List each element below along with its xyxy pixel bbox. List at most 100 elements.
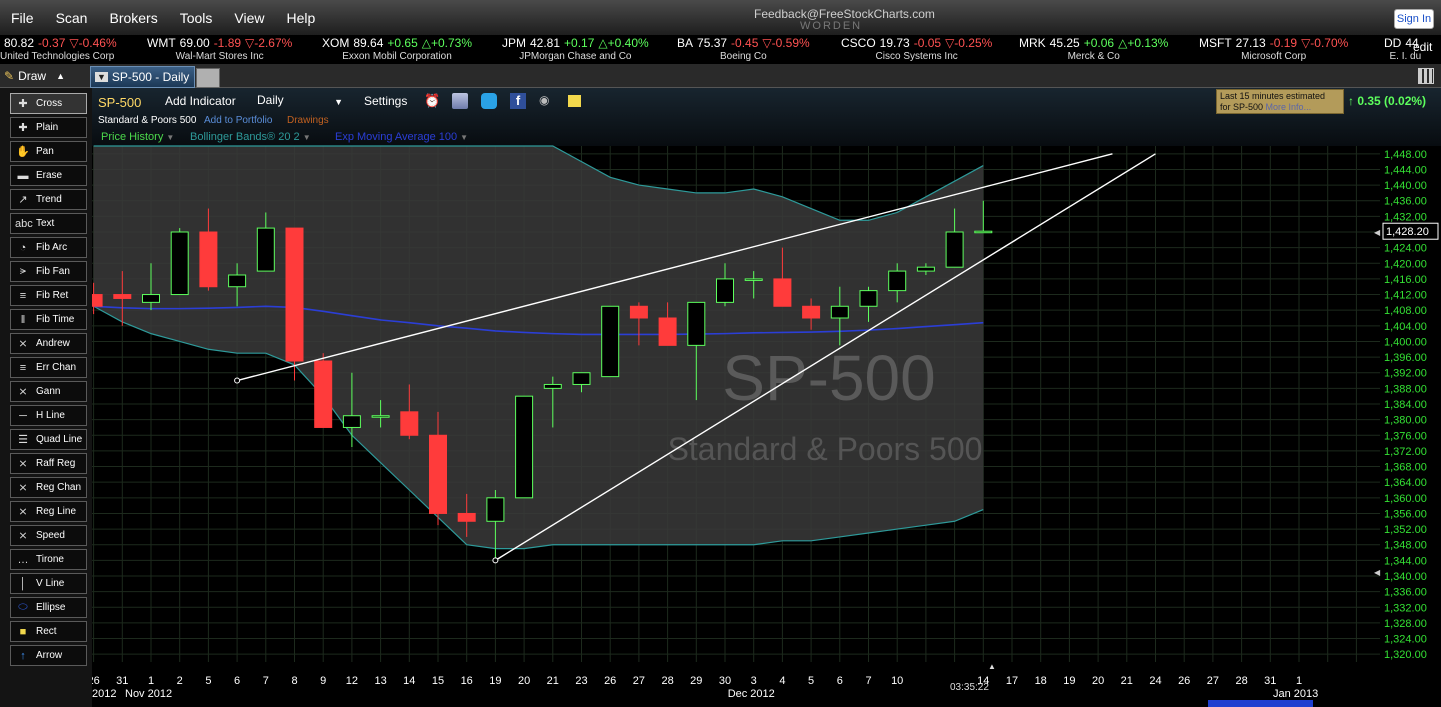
sign-in-button[interactable]: Sign In xyxy=(1394,9,1434,29)
tool-fib-fan[interactable]: ⪫ Fib Fan xyxy=(10,261,87,282)
ticker-item[interactable]: MSFT 27.13 -0.19 ▽-0.70% Microsoft Corp xyxy=(1199,36,1348,62)
ticker-item[interactable]: CSCO 19.73 -0.05 ▽-0.25% Cisco Systems Inc xyxy=(841,36,992,62)
scrollbar-thumb[interactable] xyxy=(1208,700,1313,707)
tool-reg-chan[interactable]: ⨯ Reg Chan xyxy=(10,477,87,498)
candle-body[interactable] xyxy=(113,294,132,299)
candle-body[interactable] xyxy=(859,290,878,307)
tool-raff-reg[interactable]: ⨯ Raff Reg xyxy=(10,453,87,474)
triangle-down-icon: ▽ xyxy=(1301,36,1311,50)
candle-body[interactable] xyxy=(199,231,218,288)
tool-andrew[interactable]: ⨯ Andrew xyxy=(10,333,87,354)
ticker-item[interactable]: XOM 89.64 +0.65 △+0.73% Exxon Mobil Corporat… xyxy=(322,36,472,62)
ticker-item[interactable]: WMT 69.00 -1.89 ▽-2.67% Wal-Mart Stores Inc xyxy=(147,36,292,62)
last-price-label: 1,428.20 xyxy=(1386,226,1429,238)
candle-body[interactable] xyxy=(92,294,103,307)
candle-body[interactable] xyxy=(170,231,189,296)
candle-body[interactable] xyxy=(457,512,476,522)
trend-anchor[interactable] xyxy=(234,377,241,384)
tool-trend[interactable]: ↗ Trend xyxy=(10,189,87,210)
candle-body[interactable] xyxy=(629,305,648,319)
candle-body[interactable] xyxy=(744,278,763,281)
y-tick-label: 1,340.00 xyxy=(1384,571,1427,583)
menu-scan[interactable]: Scan xyxy=(45,10,99,26)
tool-arrow[interactable]: ↑ Arrow xyxy=(10,645,87,666)
tool-gann[interactable]: ⨯ Gann xyxy=(10,381,87,402)
menu-file[interactable]: File xyxy=(0,10,45,26)
tool-label: H Line xyxy=(36,410,65,421)
grid-layout-icon[interactable] xyxy=(1418,68,1434,84)
candle-body[interactable] xyxy=(974,230,993,234)
candle-body[interactable] xyxy=(945,231,964,268)
tool-text[interactable]: abc Text xyxy=(10,213,87,234)
candle-body[interactable] xyxy=(830,305,849,319)
triangle-down-icon: ▽ xyxy=(945,36,955,50)
price-chart[interactable]: SP-500 Standard & Poors 500 1,320.00 1,324.… xyxy=(92,88,1441,707)
candle-body[interactable] xyxy=(802,305,821,319)
tool-err-chan[interactable]: ≡ Err Chan xyxy=(10,357,87,378)
tool-h-line[interactable]: ─ H Line xyxy=(10,405,87,426)
candle-body[interactable] xyxy=(314,360,333,428)
pencil-icon: ✎ xyxy=(4,69,15,83)
candle-body[interactable] xyxy=(601,305,620,378)
feedback-link[interactable]: Feedback@FreeStockCharts.com xyxy=(754,7,935,21)
candle-body[interactable] xyxy=(543,383,562,389)
candle-body[interactable] xyxy=(285,227,304,362)
x-month-label: Nov 2012 xyxy=(125,688,172,700)
candle-body[interactable] xyxy=(400,411,419,436)
candle-body[interactable] xyxy=(572,372,591,385)
tool-v-line[interactable]: │ V Line xyxy=(10,573,87,594)
ticker-item[interactable]: 80.82 -0.37 ▽-0.46% United Technologies Cor… xyxy=(0,36,117,62)
y-tick-label: 1,360.00 xyxy=(1384,493,1427,505)
candle-body[interactable] xyxy=(228,274,247,288)
candle-body[interactable] xyxy=(773,278,792,307)
tool-quad-line[interactable]: ☰ Quad Line xyxy=(10,429,87,450)
candle-body[interactable] xyxy=(888,270,907,292)
tab-sp500-daily[interactable]: ▼ SP-500 - Daily xyxy=(90,66,195,88)
candle-body[interactable] xyxy=(486,497,505,522)
chevron-down-icon[interactable]: ▼ xyxy=(95,72,108,82)
tool-ellipse[interactable]: ⬭ Ellipse xyxy=(10,597,87,618)
y-tick-label: 1,324.00 xyxy=(1384,634,1427,646)
menu-view[interactable]: View xyxy=(223,10,275,26)
menu-tools[interactable]: Tools xyxy=(169,10,224,26)
candle-body[interactable] xyxy=(515,395,534,499)
tool-label: V Line xyxy=(36,578,65,589)
tool-fib-arc[interactable]: ◔ Fib Arc xyxy=(10,237,87,258)
ticker-px: 45.25 xyxy=(1049,36,1080,50)
candle-body[interactable] xyxy=(371,415,390,418)
tool-erase[interactable]: ▬ Erase xyxy=(10,165,87,186)
tool-label: Fib Ret xyxy=(36,290,69,301)
tool-plain[interactable]: ✚ Plain xyxy=(10,117,87,138)
candle-body[interactable] xyxy=(142,294,160,303)
ticker-pct: -2.67% xyxy=(254,36,293,50)
tool-speed[interactable]: ⨯ Speed xyxy=(10,525,87,546)
tool-label: Speed xyxy=(36,530,65,541)
y-tick-label: 1,396.00 xyxy=(1384,352,1427,364)
candle-body[interactable] xyxy=(658,317,677,346)
ticker-item[interactable]: JPM 42.81 +0.17 △+0.40% JPMorgan Chase and C… xyxy=(502,36,649,62)
ticker-edit-link[interactable]: edit xyxy=(1413,40,1432,54)
tool-fib-time[interactable]: ‖ Fib Time xyxy=(10,309,87,330)
tool-cross[interactable]: ✚ Cross xyxy=(10,93,87,114)
new-tab-icon[interactable] xyxy=(196,68,220,88)
candle-body[interactable] xyxy=(429,434,447,514)
candle-body[interactable] xyxy=(256,227,275,272)
trend-anchor[interactable] xyxy=(492,557,499,564)
tool-reg-line[interactable]: ⨯ Reg Line xyxy=(10,501,87,522)
tool-rect[interactable]: ■ Rect xyxy=(10,621,87,642)
ticker-item[interactable]: MRK 45.25 +0.06 △+0.13% Merck & Co xyxy=(1019,36,1168,62)
y-tick-label: 1,448.00 xyxy=(1384,149,1427,161)
tool-tirone[interactable]: … Tirone xyxy=(10,549,87,570)
tool-fib-ret[interactable]: ≡ Fib Ret xyxy=(10,285,87,306)
tool-pan[interactable]: ✋ Pan xyxy=(10,141,87,162)
candle-body[interactable] xyxy=(342,415,361,428)
menu-brokers[interactable]: Brokers xyxy=(98,10,168,26)
menu-help[interactable]: Help xyxy=(276,10,327,26)
x-tick-label: 21 xyxy=(547,675,559,687)
tool-label: Fib Time xyxy=(36,314,75,325)
candle-body[interactable] xyxy=(687,301,706,346)
candle-body[interactable] xyxy=(916,266,935,272)
ticker-item[interactable]: BA 75.37 -0.45 ▽-0.59% Boeing Co xyxy=(677,36,810,62)
candle-body[interactable] xyxy=(716,278,734,303)
draw-toggle-button[interactable]: ✎ Draw ▲ xyxy=(4,67,82,85)
